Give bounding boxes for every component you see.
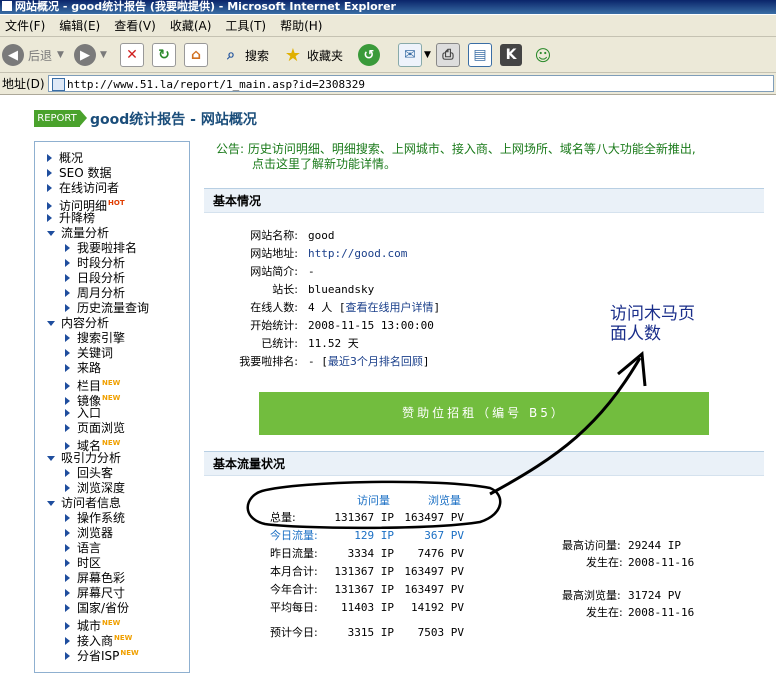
menu-file[interactable]: 文件(F) — [0, 15, 54, 37]
star-icon: ★ — [284, 44, 302, 66]
menu-favorites[interactable]: 收藏(A) — [165, 15, 221, 37]
address-bar: 地址(D) http://www.51.la/report/1_main.asp… — [0, 73, 776, 95]
history-icon: ↺ — [358, 44, 380, 66]
edit-button[interactable]: ▤ — [468, 42, 492, 68]
mail-button[interactable]: ✉ ▼ — [398, 42, 431, 68]
address-url: http://www.51.la/report/1_main.asp?id=23… — [67, 78, 366, 91]
address-label: 地址(D) — [2, 77, 45, 91]
home-button[interactable]: ⌂ — [184, 42, 208, 68]
mail-icon: ✉ — [398, 43, 422, 67]
back-button[interactable]: ◀ 后退 ▼ — [2, 42, 64, 68]
address-input[interactable]: http://www.51.la/report/1_main.asp?id=23… — [48, 75, 774, 92]
edit-icon: ▤ — [468, 43, 492, 67]
toolbar: ◀ 后退 ▼ ▶ ▼ ✕ ↻ ⌂ ⌕ 搜索 ★ 收藏夹 ↺ ✉ ▼ ⎙ ▤ K ☺ — [0, 37, 776, 73]
window-title: 网站概况 - good统计报告 (我要啦提供) - Microsoft Inte… — [15, 0, 396, 13]
chevron-down-icon[interactable]: ▼ — [424, 50, 431, 60]
menu-edit[interactable]: 编辑(E) — [54, 15, 109, 37]
search-icon: ⌕ — [227, 47, 235, 63]
refresh-button[interactable]: ↻ — [152, 42, 176, 68]
back-arrow-icon: ◀ — [2, 44, 24, 66]
window-titlebar: 网站概况 - good统计报告 (我要啦提供) - Microsoft Inte… — [0, 0, 776, 14]
favorites-button[interactable]: ★ 收藏夹 — [282, 42, 343, 68]
menu-view[interactable]: 查看(V) — [109, 15, 165, 37]
print-button[interactable]: ⎙ — [436, 42, 460, 68]
ie-page-icon — [2, 1, 12, 11]
refresh-icon: ↻ — [152, 43, 176, 67]
page-icon — [52, 78, 65, 91]
discuss-button[interactable]: K — [500, 42, 522, 68]
messenger-button[interactable]: ☺ — [532, 42, 554, 68]
page-content: REPORT good统计报告 - 网站概况 概况 SEO 数据 在线访问者 访问明细… — [0, 96, 776, 673]
chevron-down-icon[interactable]: ▼ — [57, 50, 64, 60]
annotation-drawing — [246, 351, 647, 530]
forward-button[interactable]: ▶ ▼ — [74, 42, 107, 68]
stop-button[interactable]: ✕ — [120, 42, 144, 68]
forward-arrow-icon: ▶ — [74, 44, 96, 66]
annotation-ellipse — [246, 480, 502, 530]
chevron-down-icon[interactable]: ▼ — [100, 50, 107, 60]
print-icon: ⎙ — [436, 43, 460, 67]
annotation-arrow-line — [489, 357, 642, 496]
messenger-icon: ☺ — [534, 45, 552, 65]
k-icon: K — [500, 44, 522, 66]
stop-icon: ✕ — [120, 43, 144, 67]
menu-bar: 文件(F) 编辑(E) 查看(V) 收藏(A) 工具(T) 帮助(H) — [0, 15, 776, 37]
home-icon: ⌂ — [184, 43, 208, 67]
history-button[interactable]: ↺ — [358, 42, 380, 68]
menu-tools[interactable]: 工具(T) — [220, 15, 275, 37]
menu-help[interactable]: 帮助(H) — [275, 15, 331, 37]
search-button[interactable]: ⌕ 搜索 — [220, 42, 269, 68]
